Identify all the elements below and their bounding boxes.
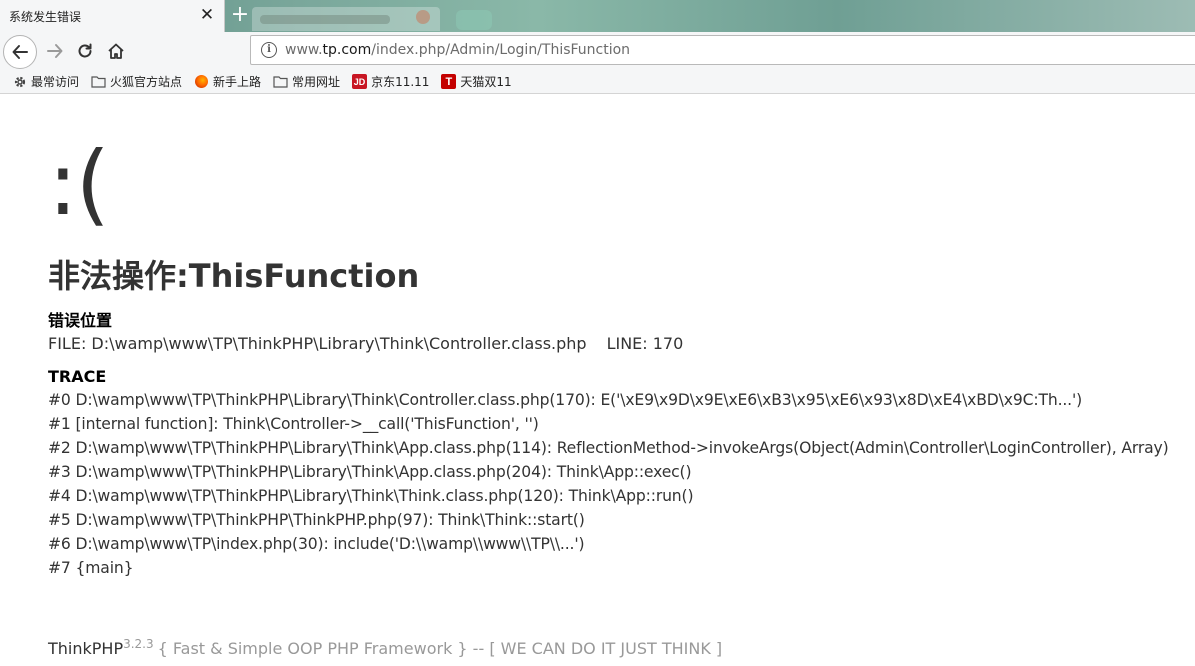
url-path: /index.php/Admin/Login/ThisFunction bbox=[371, 42, 631, 58]
jd-icon: JD bbox=[352, 74, 368, 89]
trace-item: #5 D:\wamp\www\TP\ThinkPHP\ThinkPHP.php(… bbox=[48, 511, 585, 529]
url-text[interactable]: www.tp.com/index.php/Admin/Login/ThisFun… bbox=[285, 42, 630, 58]
trace-item: #0 D:\wamp\www\TP\ThinkPHP\Library\Think… bbox=[48, 391, 1083, 409]
file-path: FILE: D:\wamp\www\TP\ThinkPHP\Library\Th… bbox=[48, 334, 587, 353]
tab-background-2[interactable] bbox=[456, 10, 492, 30]
arrow-right-icon bbox=[47, 44, 63, 58]
blurred-tab-label bbox=[260, 14, 390, 24]
bookmark-label: 京东11.11 bbox=[371, 75, 430, 89]
bookmark-common-sites[interactable]: 常用网址 bbox=[273, 73, 340, 90]
gear-icon bbox=[12, 74, 27, 89]
framework-version: 3.2.3 bbox=[123, 637, 154, 651]
bookmark-label: 新手上路 bbox=[213, 75, 262, 89]
close-icon[interactable] bbox=[416, 10, 430, 24]
new-tab-button[interactable]: + bbox=[229, 3, 251, 27]
bookmark-label: 火狐官方站点 bbox=[110, 75, 183, 89]
error-page: :( 非法操作:ThisFunction 错误位置 FILE: D:\wamp\… bbox=[48, 130, 1188, 580]
url-bar[interactable]: i www.tp.com/index.php/Admin/Login/ThisF… bbox=[250, 35, 1195, 65]
reload-button[interactable] bbox=[72, 38, 98, 64]
bookmark-label: 天猫双11 bbox=[460, 75, 512, 89]
file-line: FILE: D:\wamp\www\TP\ThinkPHP\Library\Th… bbox=[48, 332, 1188, 356]
arrow-left-icon bbox=[12, 45, 28, 59]
trace-item: #6 D:\wamp\www\TP\index.php(30): include… bbox=[48, 535, 585, 553]
trace-item: #7 {main} bbox=[48, 559, 134, 577]
bookmark-getting-started[interactable]: 新手上路 bbox=[194, 73, 261, 90]
bookmark-firefox-official[interactable]: 火狐官方站点 bbox=[91, 73, 182, 90]
forward-button[interactable] bbox=[42, 38, 68, 64]
trace-item: #3 D:\wamp\www\TP\ThinkPHP\Library\Think… bbox=[48, 463, 692, 481]
tab-active[interactable]: 系统发生错误 ✕ bbox=[0, 0, 225, 32]
framework-slogan: { Fast & Simple OOP PHP Framework } -- [… bbox=[157, 639, 723, 658]
tab-background[interactable] bbox=[252, 7, 440, 31]
reload-icon bbox=[78, 43, 92, 58]
trace-item: #2 D:\wamp\www\TP\ThinkPHP\Library\Think… bbox=[48, 439, 1169, 457]
nav-bar: i www.tp.com/index.php/Admin/Login/ThisF… bbox=[0, 32, 1195, 70]
url-host: tp.com bbox=[322, 42, 372, 58]
trace-item: #4 D:\wamp\www\TP\ThinkPHP\Library\Think… bbox=[48, 487, 694, 505]
bookmark-tmall[interactable]: T 天猫双11 bbox=[441, 73, 512, 90]
bookmark-label: 最常访问 bbox=[31, 75, 80, 89]
error-title: 非法操作:ThisFunction bbox=[48, 257, 420, 295]
close-icon[interactable]: ✕ bbox=[199, 7, 215, 24]
line-number: LINE: 170 bbox=[606, 334, 684, 353]
tab-strip: 系统发生错误 ✕ + bbox=[0, 0, 1195, 32]
footer-copyright: ThinkPHP3.2.3{ Fast & Simple OOP PHP Fra… bbox=[48, 632, 722, 661]
url-prefix: www. bbox=[285, 42, 323, 58]
bookmarks-toolbar: 最常访问 火狐官方站点 新手上路 常用网址 JD 京东11.11 T 天猫双11 bbox=[0, 70, 1195, 94]
back-button[interactable] bbox=[3, 35, 37, 69]
folder-icon bbox=[273, 74, 288, 89]
sad-face: :( bbox=[48, 132, 110, 235]
bookmark-most-visited[interactable]: 最常访问 bbox=[12, 73, 79, 90]
home-icon bbox=[108, 43, 124, 59]
framework-name[interactable]: ThinkPHP bbox=[48, 639, 123, 658]
folder-icon bbox=[91, 74, 106, 89]
trace-list: #0 D:\wamp\www\TP\ThinkPHP\Library\Think… bbox=[48, 388, 1188, 580]
bookmark-label: 常用网址 bbox=[292, 75, 341, 89]
tab-title: 系统发生错误 bbox=[9, 9, 82, 24]
firefox-icon bbox=[194, 74, 209, 89]
tmall-icon: T bbox=[441, 74, 457, 89]
bookmark-jd[interactable]: JD 京东11.11 bbox=[352, 73, 429, 90]
trace-heading: TRACE bbox=[48, 367, 107, 386]
home-button[interactable] bbox=[103, 38, 129, 64]
location-heading: 错误位置 bbox=[48, 311, 113, 330]
info-icon[interactable]: i bbox=[261, 42, 277, 58]
trace-item: #1 [internal function]: Think\Controller… bbox=[48, 415, 539, 433]
